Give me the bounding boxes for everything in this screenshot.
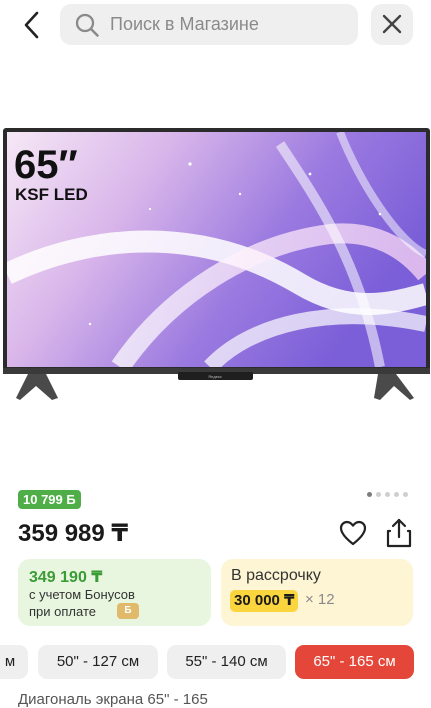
pager-dot xyxy=(385,492,390,497)
description-text: Диагональ экрана 65" - 165 xyxy=(18,691,208,708)
close-button[interactable] xyxy=(371,4,413,45)
pager-dot xyxy=(376,492,381,497)
size-chip-selected[interactable]: 65" - 165 см xyxy=(295,645,414,679)
tv-size-label: 65″ xyxy=(14,143,78,187)
gallery-pager xyxy=(367,492,411,498)
search-icon xyxy=(75,13,99,37)
tv-brand-label: Яндекс xyxy=(208,374,221,379)
chevron-left-icon xyxy=(24,11,39,39)
installment-multiplier: × 12 xyxy=(305,591,335,608)
product-price: 359 989 ₸ xyxy=(18,520,129,547)
close-icon xyxy=(382,14,402,34)
pager-dot xyxy=(367,492,372,497)
top-bar: Поиск в Магазине xyxy=(0,0,431,52)
share-icon xyxy=(386,518,412,548)
installment-amount: 30 000 ₸ xyxy=(230,590,299,612)
installment-card[interactable]: В рассрочку 30 000 ₸ × 12 xyxy=(221,559,413,626)
installment-title: В рассрочку xyxy=(231,567,321,584)
search-placeholder: Поиск в Магазине xyxy=(110,14,259,34)
size-chip[interactable]: 50" - 127 см xyxy=(38,645,158,679)
size-chip[interactable]: м xyxy=(0,645,28,679)
bonus-price-card[interactable]: 349 190 ₸ с учетом Бонусов при оплате Б xyxy=(18,559,211,626)
heart-icon xyxy=(339,520,367,546)
bonus-price: 349 190 ₸ xyxy=(29,569,103,586)
share-button[interactable] xyxy=(384,517,414,549)
pager-dot xyxy=(394,492,399,497)
pager-dot xyxy=(403,492,408,497)
bonus-caption: при оплате xyxy=(29,604,96,619)
bonus-badge: 10 799 Б xyxy=(18,490,81,509)
bonus-coin-icon: Б xyxy=(117,603,139,619)
back-button[interactable] xyxy=(16,8,50,42)
tv-image: 65″ KSF LED Яндекс xyxy=(3,128,430,400)
product-image[interactable]: 65″ KSF LED Яндекс xyxy=(0,124,431,409)
favorite-button[interactable] xyxy=(338,518,368,548)
bonus-caption: с учетом Бонусов xyxy=(29,587,135,602)
size-chip[interactable]: 55" - 140 см xyxy=(167,645,286,679)
tv-model-label: KSF LED xyxy=(15,185,88,204)
search-input[interactable]: Поиск в Магазине xyxy=(60,4,358,45)
